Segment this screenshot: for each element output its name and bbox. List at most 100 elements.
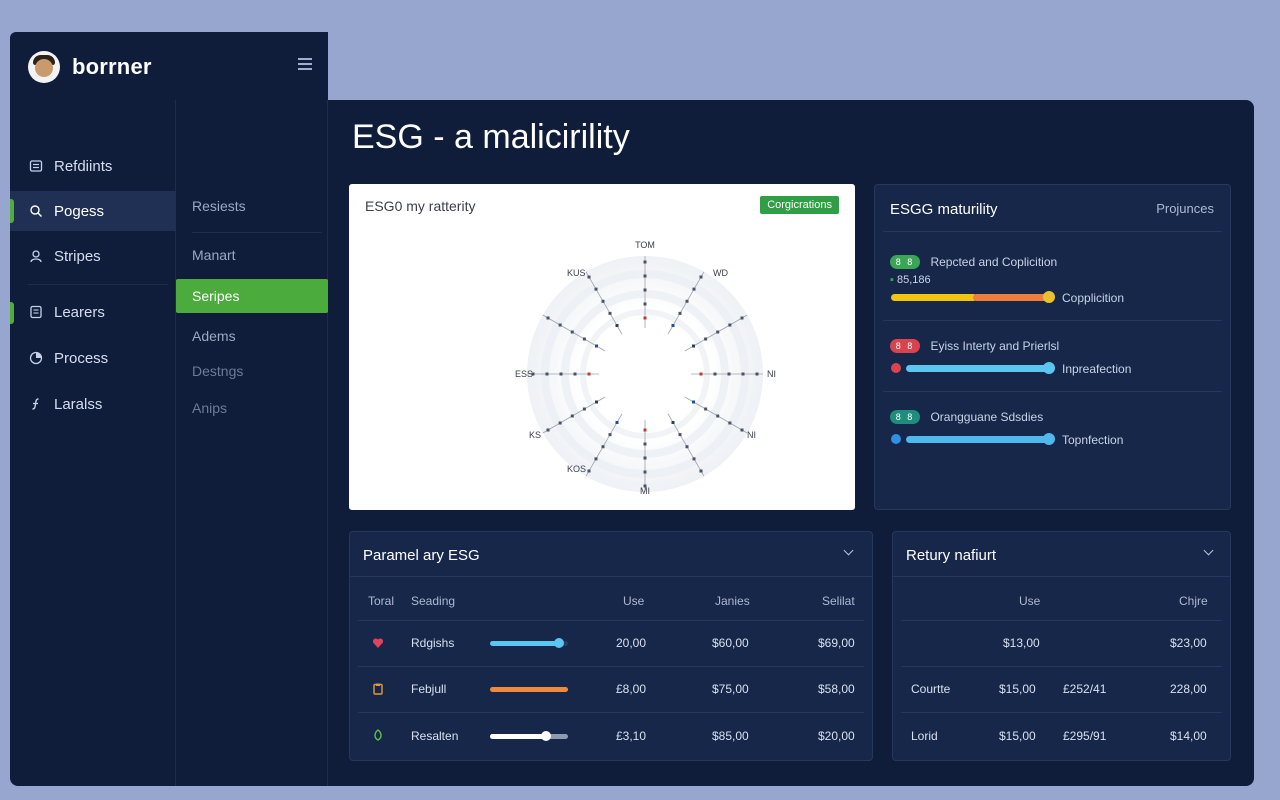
divider <box>358 666 864 667</box>
sidebar-item-learers[interactable]: Learers <box>10 292 176 332</box>
row-progress-fill <box>490 734 547 739</box>
column-header[interactable]: Use <box>1019 594 1040 608</box>
radial-tick <box>587 469 591 473</box>
radial-label-top-right: WD <box>713 268 728 278</box>
radial-tick <box>691 344 695 348</box>
sidebar-item-label: Learers <box>54 303 105 321</box>
brand-name: borrner <box>72 54 152 79</box>
user-icon <box>28 248 44 264</box>
chevron-down-icon[interactable] <box>844 547 854 557</box>
list-icon <box>28 158 44 174</box>
subnav-item-manart[interactable]: Manart <box>176 238 328 272</box>
row-progress-knob[interactable] <box>553 638 564 648</box>
sidebar-item-pogess[interactable]: Pogess <box>10 191 176 231</box>
progress-segment-2 <box>973 294 1049 301</box>
sidebar-item-refdiints[interactable]: Refdiints <box>10 146 176 186</box>
status-pill: 8 8 <box>890 409 920 424</box>
function-icon <box>28 396 44 412</box>
clipboard-icon <box>373 683 383 695</box>
radial-tick <box>643 302 647 306</box>
divider <box>901 620 1222 621</box>
radial-tick <box>728 421 732 425</box>
radial-tick <box>615 324 619 328</box>
sidebar: Refdiints Pogess Stripes Learers Process… <box>10 100 176 786</box>
status-pill: 8 8 <box>890 338 920 353</box>
progress-label: Copplicition <box>1062 291 1125 305</box>
row-name: Resalten <box>411 729 459 743</box>
progress-knob[interactable] <box>1043 291 1055 303</box>
progress-knob[interactable] <box>1043 433 1055 445</box>
subnav-item-seripes[interactable]: Seripes <box>176 279 328 313</box>
radial-tick <box>643 428 647 432</box>
radial-tick <box>713 372 717 376</box>
radial-tick <box>704 407 708 411</box>
divider <box>901 666 1222 667</box>
radial-tick <box>608 433 612 437</box>
radial-label-right: NI <box>767 369 776 379</box>
column-header[interactable]: Janies <box>715 594 750 608</box>
radial-label-bottom-left: KS <box>529 430 541 440</box>
radial-label-left: ESS <box>515 369 533 379</box>
cell-chjre: 228,00 <box>1170 682 1207 696</box>
radial-label-bottom-right: NI <box>747 430 756 440</box>
radial-tick <box>643 288 647 292</box>
radial-tick <box>740 316 744 320</box>
divider <box>358 620 864 621</box>
column-header[interactable]: Use <box>623 594 644 608</box>
radial-tick <box>699 275 703 279</box>
chevron-down-icon[interactable] <box>1204 547 1214 557</box>
status-dot <box>891 363 901 373</box>
column-header[interactable]: Chjre <box>1179 594 1208 608</box>
configurations-badge[interactable]: Corgicrations <box>760 196 839 214</box>
radial-label-bottom-left-2: KOS <box>567 464 586 474</box>
sidebar-item-stripes[interactable]: Stripes <box>10 236 176 276</box>
divider <box>883 391 1222 392</box>
subnav-item-resiests[interactable]: Resiests <box>176 189 328 223</box>
radial-tick <box>671 420 675 424</box>
radial-tick <box>699 469 703 473</box>
maturity-row: 8 8 Repcted and Coplicition ▪ 85,186 <box>890 253 1220 286</box>
radial-tick <box>691 400 695 404</box>
cell-selilat: $58,00 <box>818 682 855 696</box>
radial-tick <box>558 323 562 327</box>
cell-chjre: $14,00 <box>1170 729 1207 743</box>
maturity-title: ESGG maturility <box>890 201 998 218</box>
maturity-row-title: Orangguane Sdsdies <box>930 409 1044 424</box>
subnav-item-anips[interactable]: Anips <box>176 391 328 425</box>
radial-tick <box>728 323 732 327</box>
radial-tick <box>692 287 696 291</box>
sidebar-item-laralss[interactable]: Laralss <box>10 384 176 424</box>
radial-tick <box>570 414 574 418</box>
document-icon <box>28 304 44 320</box>
radial-card-title: ESG0 my ratterity <box>365 198 476 214</box>
cell-janies: $75,00 <box>712 682 749 696</box>
avatar[interactable] <box>28 51 60 83</box>
sidebar-item-process[interactable]: Process <box>10 338 176 378</box>
radial-card: ESG0 my ratterity Corgicrations TOM MI E… <box>349 184 855 510</box>
search-icon <box>28 203 44 219</box>
column-header[interactable]: Seading <box>411 594 455 608</box>
subnav-item-adems[interactable]: Adems <box>176 319 328 353</box>
column-header[interactable]: Toral <box>368 594 394 608</box>
subnav-item-destngs[interactable]: Destngs <box>176 354 328 388</box>
row-name: Febjull <box>411 682 447 696</box>
row-progress-knob[interactable] <box>541 731 552 741</box>
row-progress <box>490 734 568 739</box>
radial-tick <box>678 311 682 315</box>
maturity-row-sub: ▪ 85,186 <box>890 274 931 286</box>
menu-icon[interactable] <box>298 58 312 70</box>
radial-tick <box>601 445 605 449</box>
cell-use: $15,00 <box>999 729 1036 743</box>
progress-knob[interactable] <box>1043 362 1055 374</box>
maturity-row-title: Eyiss Interty and Prierlsl <box>930 338 1060 353</box>
cell-use: 20,00 <box>616 636 647 650</box>
radial-tick <box>615 420 619 424</box>
radial-tick <box>558 421 562 425</box>
radial-tick <box>643 260 647 264</box>
sub-navigation: Resiests Manart Seripes Adems Destngs An… <box>176 100 328 786</box>
row-progress-fill <box>490 687 568 692</box>
radial-tick <box>582 337 586 341</box>
column-header[interactable]: Selilat <box>822 594 855 608</box>
projunces-link[interactable]: Projunces <box>1156 201 1214 216</box>
cell-use: £3,10 <box>616 729 647 743</box>
